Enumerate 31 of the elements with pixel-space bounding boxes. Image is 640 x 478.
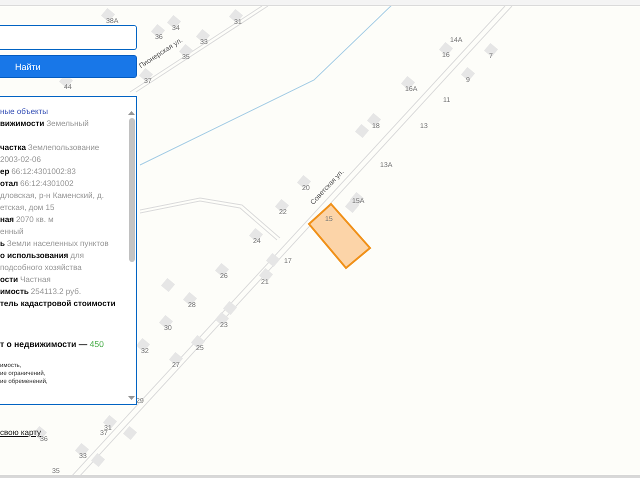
building-marker (222, 300, 238, 316)
up-arrow-icon[interactable] (128, 111, 135, 115)
panel-heading[interactable]: ные объекты (0, 106, 127, 118)
building-marker (228, 8, 244, 24)
info-line: отал 66:12:4301002 (0, 178, 75, 190)
building-marker (190, 334, 206, 350)
info-line: вижимости Земельный (0, 118, 90, 130)
map-link[interactable]: свою карту (0, 428, 41, 437)
info-line: ь Земли населенных пунктов (0, 238, 110, 250)
building-marker (214, 312, 230, 326)
search-button[interactable]: Найти (0, 55, 137, 78)
info-line: 2003-02-06 (0, 154, 42, 166)
info-line: ная 2070 кв. м (0, 214, 55, 226)
building-marker (266, 252, 280, 268)
info-line: етская, дом 15 (0, 202, 56, 214)
info-line: подсобного хозяйства (0, 262, 83, 274)
info-line: частка Землепользование (0, 142, 100, 154)
scroll-thumb[interactable] (128, 118, 134, 262)
info-line: ер 66:12:4301002:83 (0, 166, 77, 178)
info-line: енный (0, 226, 25, 238)
land-parcel[interactable] (308, 202, 372, 270)
report-line: т о недвижимости — 450 (0, 338, 105, 350)
info-line: о использования для (0, 250, 86, 262)
search-field[interactable] (0, 25, 137, 50)
info-line: тель кадастровой стоимости (0, 298, 116, 310)
info-line: ости Частная (0, 274, 52, 286)
info-line: имость 254113.2 руб. (0, 286, 82, 298)
building-marker (138, 68, 154, 82)
building-marker (258, 268, 274, 282)
info-line: дловская, р-н Каменский, д. (0, 190, 105, 202)
down-arrow-icon[interactable] (128, 396, 135, 400)
